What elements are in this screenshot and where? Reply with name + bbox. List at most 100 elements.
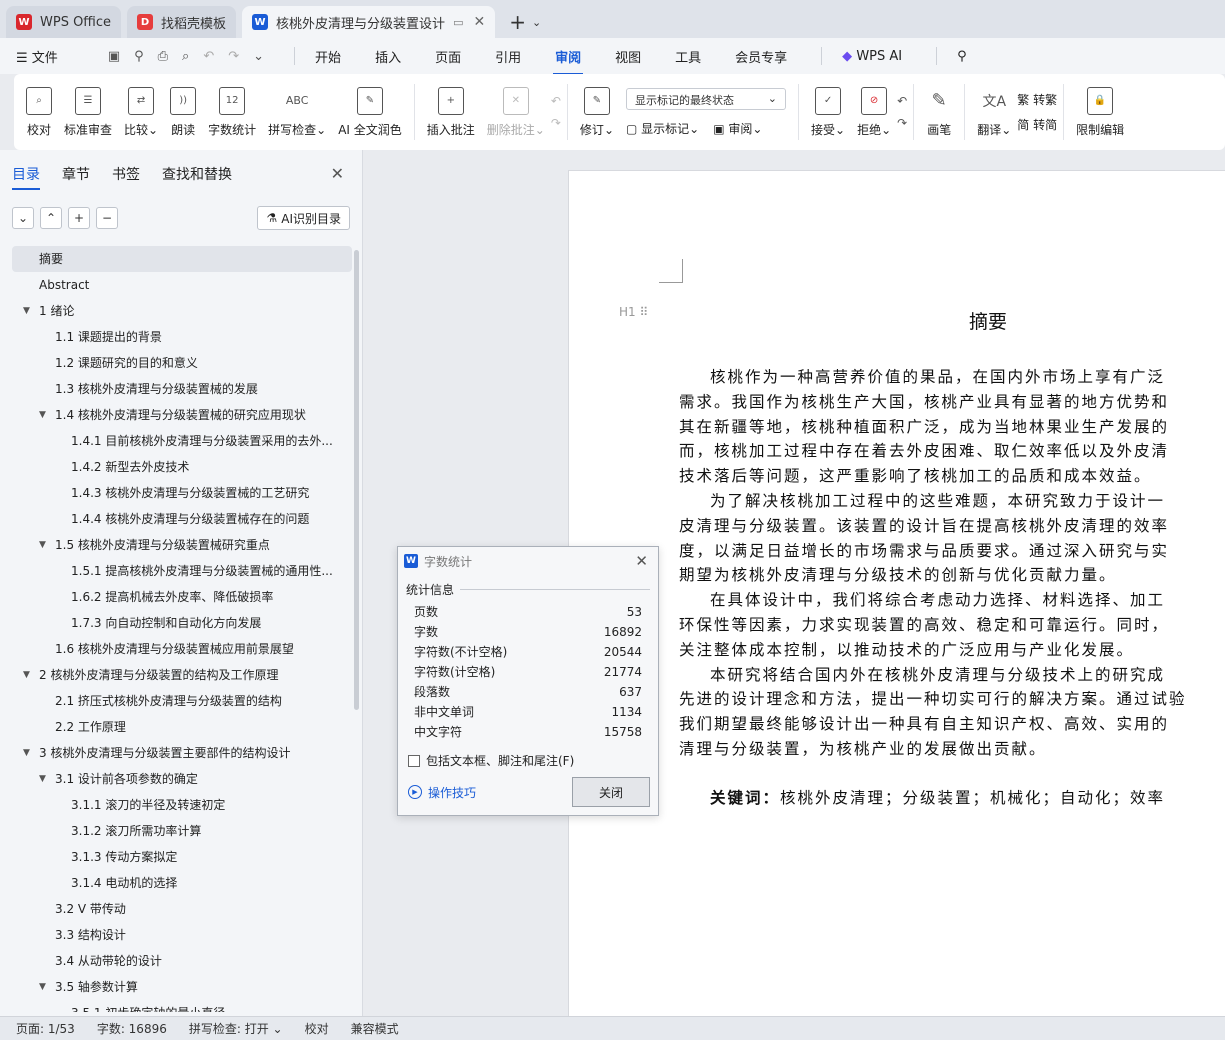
toc-item[interactable]: 1.4.1 目前核桃外皮清理与分级装置采用的去外... bbox=[12, 428, 352, 454]
search-icon[interactable]: ⚲ bbox=[957, 49, 967, 64]
toc-item[interactable]: Abstract bbox=[12, 272, 352, 298]
proofread-status[interactable]: 校对 bbox=[305, 1020, 329, 1037]
toc-item[interactable]: ▼ 3 核桃外皮清理与分级装置主要部件的结构设计 bbox=[12, 740, 352, 766]
spell-check-status[interactable]: 拼写检查: 打开 ⌄ bbox=[189, 1020, 283, 1037]
toc-item[interactable]: 3.1.1 滚刀的半径及转速初定 bbox=[12, 792, 352, 818]
tab-template[interactable]: D 找稻壳模板 bbox=[127, 6, 237, 38]
show-marks-button[interactable]: ▢ 显示标记⌄ bbox=[626, 120, 699, 137]
toc-item[interactable]: 3.1.4 电动机的选择 bbox=[12, 870, 352, 896]
toc-item[interactable]: 1.6 核桃外皮清理与分级装置械应用前景展望 bbox=[12, 636, 352, 662]
previous-comment-icon[interactable]: ↶ bbox=[551, 94, 561, 108]
toc-item[interactable]: 2.2 工作原理 bbox=[12, 714, 352, 740]
word-count-indicator[interactable]: 字数: 16896 bbox=[97, 1020, 167, 1037]
tab-wps-office[interactable]: W WPS Office bbox=[6, 6, 122, 38]
review-pane-button[interactable]: ▣ 审阅⌄ bbox=[713, 120, 762, 137]
checkbox-icon[interactable] bbox=[408, 754, 420, 767]
to-simplified-button[interactable]: 简 转简 bbox=[1017, 116, 1057, 133]
toc-item[interactable]: ▼ 3.5 轴参数计算 bbox=[12, 974, 352, 1000]
menu-insert[interactable]: 插入 bbox=[375, 47, 401, 66]
insert-comment-button[interactable]: + 插入批注 bbox=[427, 86, 475, 138]
toc-item[interactable]: 1.6.2 提高机械去外皮率、降低破损率 bbox=[12, 584, 352, 610]
expand-arrow-icon[interactable]: ▼ bbox=[39, 402, 46, 428]
tab-find-replace[interactable]: 查找和替换 bbox=[162, 164, 232, 184]
toc-item[interactable]: 1.3 核桃外皮清理与分级装置械的发展 bbox=[12, 376, 352, 402]
toc-item[interactable]: 3.4 从动带轮的设计 bbox=[12, 948, 352, 974]
chevron-down-icon[interactable]: ⌄ bbox=[532, 16, 541, 29]
close-icon[interactable]: ✕ bbox=[635, 552, 648, 570]
toc-scrollbar[interactable] bbox=[354, 250, 359, 710]
restrict-edit-button[interactable]: 🔒 限制编辑 bbox=[1076, 86, 1124, 138]
menu-page[interactable]: 页面 bbox=[435, 47, 461, 66]
toc-item[interactable]: 1.5.1 提高核桃外皮清理与分级装置械的通用性... bbox=[12, 558, 352, 584]
menu-tools[interactable]: 工具 bbox=[675, 47, 701, 66]
toc-item[interactable]: ▼ 1.4 核桃外皮清理与分级装置械的研究应用现状 bbox=[12, 402, 352, 428]
word-count-button[interactable]: 12 字数统计 bbox=[208, 86, 256, 138]
heading-marker-icon[interactable]: H1 ⠿ bbox=[619, 305, 648, 319]
new-tab-button[interactable]: + ⌄ bbox=[509, 6, 547, 38]
expand-arrow-icon[interactable]: ▼ bbox=[39, 974, 46, 1000]
expand-arrow-icon[interactable]: ▼ bbox=[39, 532, 46, 558]
close-icon[interactable]: ✕ bbox=[331, 164, 344, 183]
toc-item[interactable]: 3.2 V 带传动 bbox=[12, 896, 352, 922]
tab-bookmarks[interactable]: 书签 bbox=[112, 164, 140, 184]
proofread-button[interactable]: ⌕ 校对 bbox=[26, 86, 52, 138]
toc-item[interactable]: 1.4.2 新型去外皮技术 bbox=[12, 454, 352, 480]
minus-icon[interactable]: − bbox=[96, 207, 118, 229]
toc-item[interactable]: 3.1.2 滚刀所需功率计算 bbox=[12, 818, 352, 844]
menu-review[interactable]: 审阅 bbox=[553, 47, 584, 75]
toc-item[interactable]: 3.5.1 初步确定轴的最小直径 bbox=[12, 1000, 352, 1012]
pen-button[interactable]: ✎ 画笔 bbox=[926, 87, 952, 138]
tips-link[interactable]: ▶ 操作技巧 bbox=[408, 784, 476, 801]
toc-item[interactable]: 1.1 课题提出的背景 bbox=[12, 324, 352, 350]
print-preview-icon[interactable]: ⌕ bbox=[182, 49, 189, 64]
toc-item[interactable]: 摘要 bbox=[12, 246, 352, 272]
expand-arrow-icon[interactable]: ▼ bbox=[23, 662, 30, 688]
tab-document[interactable]: W 核桃外皮清理与分级装置设计 ▭ ✕ bbox=[242, 6, 496, 38]
page-indicator[interactable]: 页面: 1/53 bbox=[16, 1020, 75, 1037]
plus-icon[interactable]: + bbox=[68, 207, 90, 229]
toc-item[interactable]: 1.4.4 核桃外皮清理与分级装置械存在的问题 bbox=[12, 506, 352, 532]
toc-item[interactable]: 3.3 结构设计 bbox=[12, 922, 352, 948]
close-tab-icon[interactable]: ✕ bbox=[473, 14, 485, 30]
accept-button[interactable]: ✓ 接受⌄ bbox=[811, 86, 845, 138]
toc-item[interactable]: ▼ 1.5 核桃外皮清理与分级装置械研究重点 bbox=[12, 532, 352, 558]
tab-chapters[interactable]: 章节 bbox=[62, 164, 90, 184]
toc-item[interactable]: 3.1.3 传动方案拟定 bbox=[12, 844, 352, 870]
toc-item[interactable]: ▼ 3.1 设计前各项参数的确定 bbox=[12, 766, 352, 792]
menu-reference[interactable]: 引用 bbox=[495, 47, 521, 66]
menu-wps-ai[interactable]: ◆ WPS AI bbox=[842, 49, 902, 64]
print-icon[interactable]: ⎙ bbox=[158, 49, 168, 64]
display-mode-select[interactable]: 显示标记的最终状态 ⌄ bbox=[626, 87, 786, 110]
menu-membership[interactable]: 会员专享 bbox=[735, 47, 787, 66]
next-comment-icon[interactable]: ↷ bbox=[551, 116, 561, 130]
standard-review-button[interactable]: ☰ 标准审查 bbox=[64, 86, 112, 138]
redo-icon[interactable]: ↷ bbox=[228, 49, 239, 64]
previous-revision-icon[interactable]: ↶ bbox=[897, 94, 907, 108]
toc-item[interactable]: ▼ 1 绪论 bbox=[12, 298, 352, 324]
ai-toc-button[interactable]: ⚗ AI识别目录 bbox=[257, 206, 350, 230]
menu-view[interactable]: 视图 bbox=[615, 47, 641, 66]
chevron-up-icon[interactable]: ⌃ bbox=[40, 207, 62, 229]
ai-polish-button[interactable]: ✎ AI 全文润色 bbox=[338, 86, 402, 138]
revise-button[interactable]: ✎ 修订⌄ bbox=[580, 86, 614, 138]
next-revision-icon[interactable]: ↷ bbox=[897, 116, 907, 130]
reject-button[interactable]: ⊘ 拒绝⌄ bbox=[857, 86, 891, 138]
file-menu[interactable]: ☰ 文件 bbox=[16, 47, 58, 66]
tab-toc[interactable]: 目录 bbox=[12, 164, 40, 190]
save-icon[interactable]: ▣ bbox=[108, 49, 120, 64]
expand-arrow-icon[interactable]: ▼ bbox=[39, 766, 46, 792]
include-textbox-checkbox[interactable]: 包括文本框、脚注和尾注(F) bbox=[398, 742, 658, 769]
undo-icon[interactable]: ↶ bbox=[203, 49, 214, 64]
read-aloud-button[interactable]: )) 朗读 bbox=[170, 86, 197, 138]
expand-arrow-icon[interactable]: ▼ bbox=[23, 740, 30, 766]
toc-item[interactable]: 2.1 挤压式核桃外皮清理与分级装置的结构 bbox=[12, 688, 352, 714]
more-icon[interactable]: ⌄ bbox=[253, 49, 264, 64]
toc-item[interactable]: ▼ 2 核桃外皮清理与分级装置的结构及工作原理 bbox=[12, 662, 352, 688]
menu-start[interactable]: 开始 bbox=[315, 47, 341, 66]
expand-arrow-icon[interactable]: ▼ bbox=[23, 298, 30, 324]
translate-button[interactable]: 文A 翻译⌄ bbox=[977, 87, 1011, 138]
monitor-icon[interactable]: ▭ bbox=[453, 16, 463, 29]
toc-item[interactable]: 1.2 课题研究的目的和意义 bbox=[12, 350, 352, 376]
toc-item[interactable]: 1.4.3 核桃外皮清理与分级装置械的工艺研究 bbox=[12, 480, 352, 506]
close-button[interactable]: 关闭 bbox=[572, 777, 650, 807]
